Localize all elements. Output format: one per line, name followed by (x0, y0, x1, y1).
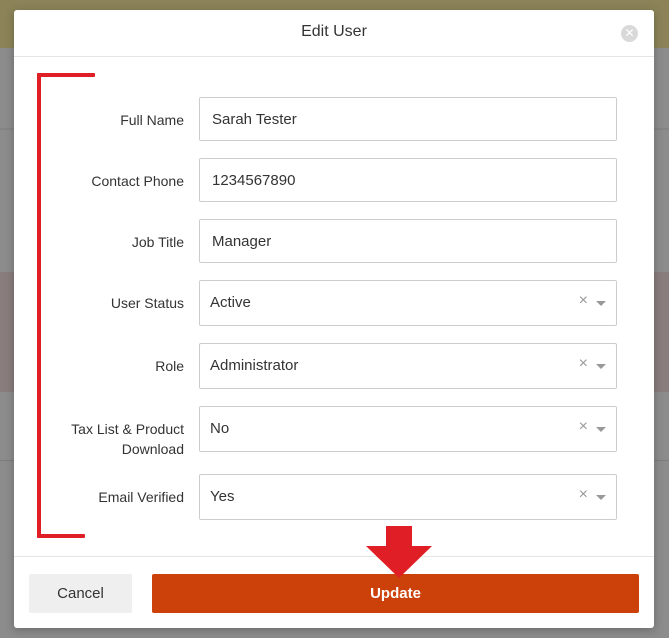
user-status-value: Active (210, 294, 251, 311)
edit-user-modal: Edit User ✕ Full Name Contact Phone Job … (14, 10, 654, 628)
chevron-down-icon[interactable] (596, 495, 606, 500)
chevron-down-icon[interactable] (596, 364, 606, 369)
red-arrow-annotation (366, 526, 432, 578)
clear-icon[interactable]: × (579, 292, 588, 310)
red-bracket-annotation (37, 73, 41, 538)
tax-list-label-line2: Download (121, 441, 184, 457)
user-status-label: User Status (110, 295, 184, 311)
job-title-input[interactable] (199, 219, 617, 263)
contact-phone-input[interactable] (199, 158, 617, 202)
close-icon[interactable]: ✕ (621, 25, 638, 42)
email-verified-label: Email Verified (98, 489, 184, 505)
role-select[interactable]: Administrator × (199, 343, 617, 389)
tax-list-value: No (210, 420, 230, 437)
modal-header: Edit User ✕ (14, 10, 654, 57)
full-name-input[interactable] (199, 97, 617, 141)
tax-list-select[interactable]: No × (199, 406, 617, 452)
user-status-select[interactable]: Active × (199, 280, 617, 326)
email-verified-value: Yes (210, 488, 235, 505)
clear-icon[interactable]: × (579, 418, 588, 436)
red-bracket-bottom (37, 534, 85, 538)
role-label: Role (155, 358, 184, 374)
clear-icon[interactable]: × (579, 355, 588, 373)
email-verified-select[interactable]: Yes × (199, 474, 617, 520)
tax-list-label: Tax List & Product Download (71, 419, 184, 459)
red-bracket-top (37, 73, 95, 77)
contact-phone-label: Contact Phone (91, 173, 184, 189)
tax-list-label-line1: Tax List & Product (71, 421, 184, 437)
clear-icon[interactable]: × (579, 486, 588, 504)
full-name-label: Full Name (120, 112, 184, 128)
job-title-label: Job Title (131, 234, 184, 250)
chevron-down-icon[interactable] (596, 301, 606, 306)
modal-title: Edit User (301, 23, 367, 40)
role-value: Administrator (210, 357, 299, 374)
cancel-button[interactable]: Cancel (29, 574, 132, 613)
modal-footer: Cancel Update (14, 556, 654, 628)
chevron-down-icon[interactable] (596, 427, 606, 432)
